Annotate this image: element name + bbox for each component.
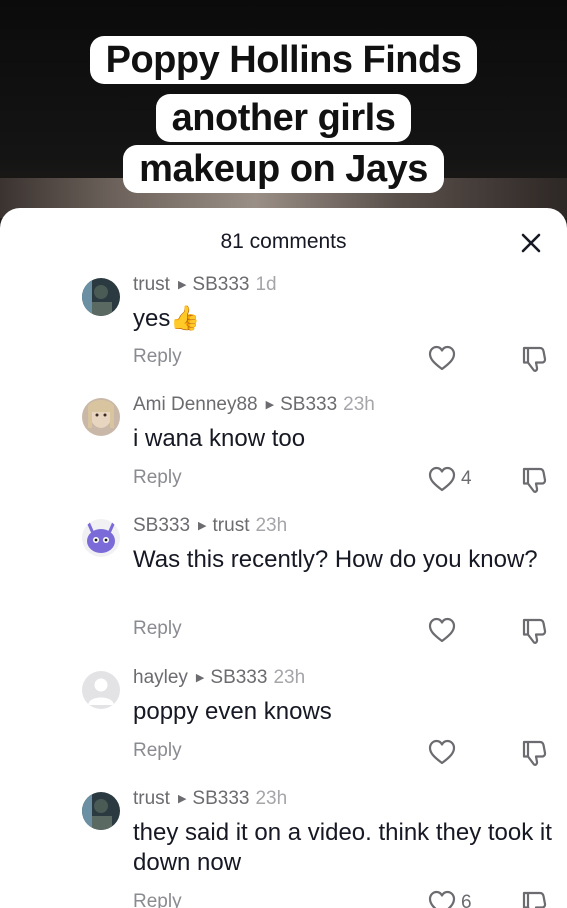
comment-meta: hayley ▶ SB333 23h — [133, 667, 305, 689]
reply-arrow-icon: ▶ — [177, 279, 187, 291]
comment-meta: SB333 ▶ trust 23h — [133, 515, 287, 537]
comment-username[interactable]: Ami Denney88 — [133, 394, 258, 415]
avatar[interactable] — [82, 519, 120, 557]
dislike-icon[interactable] — [518, 738, 548, 768]
reply-to-username[interactable]: SB333 — [280, 394, 337, 415]
comment-text: poppy even knows — [133, 698, 332, 725]
avatar[interactable] — [82, 671, 120, 709]
reply-to-username[interactable]: trust — [213, 515, 250, 536]
dislike-icon[interactable] — [518, 616, 548, 646]
reply-to-username[interactable]: SB333 — [192, 788, 249, 809]
comment-meta: trust ▶ SB333 1d — [133, 274, 277, 296]
comment-time: 23h — [255, 788, 288, 809]
reply-arrow-icon: ▶ — [177, 793, 187, 805]
close-icon[interactable] — [516, 228, 546, 258]
comment-text: Was this recently? How do you know? — [133, 546, 538, 573]
comments-count-title: 81 comments — [220, 230, 347, 253]
reply-to-username[interactable]: SB333 — [192, 274, 249, 295]
reply-button[interactable]: Reply — [133, 618, 182, 640]
video-caption-line-1: Poppy Hollins Finds — [0, 36, 567, 84]
comment-time: 23h — [343, 394, 375, 415]
heart-icon[interactable] — [427, 344, 457, 372]
reply-arrow-icon: ▶ — [195, 672, 205, 684]
comment-meta: trust ▶ SB333 23h — [133, 788, 287, 810]
heart-icon[interactable] — [427, 889, 457, 908]
comment-text: yes👍 — [133, 305, 201, 332]
comment-username[interactable]: trust — [133, 788, 170, 809]
heart-icon[interactable] — [427, 616, 457, 644]
comment-time: 23h — [273, 667, 306, 688]
video-caption-line-3: makeup on Jays — [0, 145, 567, 193]
heart-icon[interactable] — [427, 738, 457, 766]
comment-meta: Ami Denney88 ▶ SB333 23h — [133, 394, 375, 416]
dislike-icon[interactable] — [518, 465, 548, 495]
comment-username[interactable]: SB333 — [133, 515, 190, 536]
reply-arrow-icon: ▶ — [265, 399, 275, 411]
video-caption-line-2: another girls — [0, 94, 567, 142]
comment-username[interactable]: trust — [133, 274, 170, 295]
dislike-icon[interactable] — [518, 889, 548, 908]
comment-text: they said it on a video. think they took… — [133, 819, 552, 876]
comment-username[interactable]: hayley — [133, 667, 188, 688]
comments-sheet: 81 comments trust ▶ SB333 1d yes👍 Reply Ami… — [0, 208, 567, 908]
reply-to-username[interactable]: SB333 — [210, 667, 267, 688]
dislike-icon[interactable] — [518, 344, 548, 374]
avatar[interactable] — [82, 278, 120, 316]
heart-icon[interactable] — [427, 465, 457, 493]
reply-button[interactable]: Reply — [133, 346, 182, 368]
like-count: 6 — [461, 892, 472, 908]
reply-button[interactable]: Reply — [133, 467, 182, 489]
comment-time: 23h — [255, 515, 288, 536]
comment-text: i wana know too — [133, 425, 306, 452]
reply-button[interactable]: Reply — [133, 740, 182, 762]
like-count: 4 — [461, 468, 472, 489]
comment-time: 1d — [255, 274, 277, 295]
avatar[interactable] — [82, 398, 120, 436]
avatar[interactable] — [82, 792, 120, 830]
reply-arrow-icon: ▶ — [198, 520, 207, 532]
